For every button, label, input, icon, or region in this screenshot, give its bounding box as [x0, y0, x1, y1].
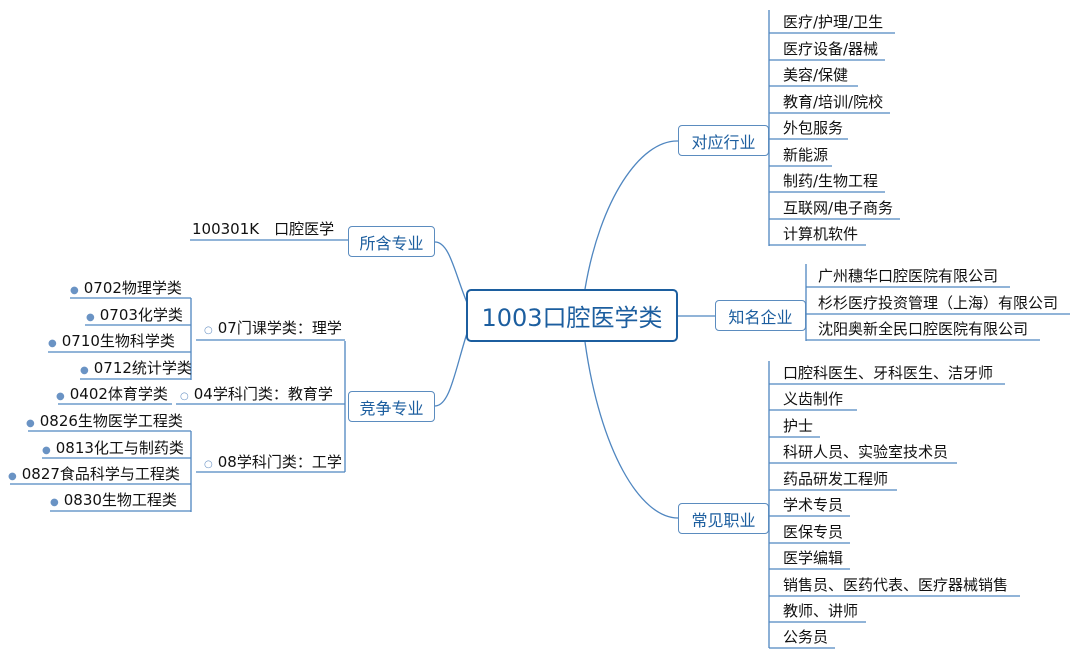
- company-item[interactable]: 沈阳奥新全民口腔医院有限公司: [814, 318, 1032, 340]
- included-major-item[interactable]: 100301K 口腔医学: [188, 218, 338, 240]
- bullet-icon: ●: [8, 471, 17, 482]
- bullet-icon: ●: [56, 391, 65, 402]
- bullet-icon: ●: [48, 338, 57, 349]
- industry-item[interactable]: 计算机软件: [779, 223, 862, 245]
- bullet-icon: ●: [80, 365, 89, 376]
- item-label: 0712统计学类: [93, 359, 192, 377]
- industry-item[interactable]: 教育/培训/院校: [779, 91, 887, 113]
- job-item[interactable]: 医保专员: [779, 521, 847, 543]
- group-label: 07门课学类：理学: [217, 319, 342, 337]
- bullet-icon: ●: [26, 418, 35, 429]
- competing-item[interactable]: ● 0826生物医学工程类: [22, 410, 187, 435]
- mind-map-canvas: 1003口腔医学类 对应行业 知名企业 常见职业 所含专业 竞争专业 医疗/护理…: [0, 0, 1080, 658]
- collapse-dot-icon[interactable]: ○: [180, 391, 189, 402]
- industry-item[interactable]: 制药/生物工程: [779, 170, 882, 192]
- competing-group-education[interactable]: ○ 04学科门类：教育学: [176, 383, 337, 408]
- competing-item[interactable]: ● 0702物理学类: [66, 277, 186, 302]
- collapse-dot-icon[interactable]: ○: [204, 459, 213, 470]
- competing-item[interactable]: ● 0827食品科学与工程类: [4, 463, 184, 488]
- job-item[interactable]: 药品研发工程师: [779, 468, 892, 490]
- competing-item[interactable]: ● 0710生物科学类: [44, 330, 179, 355]
- competing-group-science[interactable]: ○ 07门课学类：理学: [200, 317, 346, 342]
- group-label: 08学科门类：工学: [217, 453, 342, 471]
- item-label: 0830生物工程类: [63, 491, 177, 509]
- item-label: 0402体育学类: [69, 385, 168, 403]
- item-label: 0827食品科学与工程类: [21, 465, 180, 483]
- competing-item[interactable]: ● 0830生物工程类: [46, 489, 181, 514]
- industry-item[interactable]: 美容/保健: [779, 64, 852, 86]
- item-label: 0703化学类: [99, 306, 183, 324]
- bullet-icon: ●: [42, 445, 51, 456]
- job-item[interactable]: 学术专员: [779, 494, 847, 516]
- job-item[interactable]: 科研人员、实验室技术员: [779, 441, 952, 463]
- branch-companies[interactable]: 知名企业: [715, 300, 806, 331]
- branch-included[interactable]: 所含专业: [348, 226, 435, 257]
- collapse-dot-icon[interactable]: ○: [204, 325, 213, 336]
- connector-jobs: [584, 341, 679, 519]
- item-label: 0813化工与制药类: [55, 439, 184, 457]
- competing-item[interactable]: ● 0402体育学类: [52, 383, 172, 408]
- competing-item[interactable]: ● 0703化学类: [82, 304, 187, 329]
- job-item[interactable]: 义齿制作: [779, 388, 847, 410]
- bullet-icon: ●: [50, 497, 59, 508]
- industry-item[interactable]: 医疗/护理/卫生: [779, 11, 887, 33]
- company-item[interactable]: 杉杉医疗投资管理（上海）有限公司: [814, 292, 1062, 314]
- competing-item[interactable]: ● 0712统计学类: [76, 357, 196, 382]
- company-item[interactable]: 广州穗华口腔医院有限公司: [814, 265, 1002, 287]
- industry-item[interactable]: 新能源: [779, 144, 832, 166]
- competing-item[interactable]: ● 0813化工与制药类: [38, 437, 188, 462]
- job-item[interactable]: 公务员: [779, 626, 832, 648]
- job-item[interactable]: 销售员、医药代表、医疗器械销售: [779, 574, 1012, 596]
- center-node[interactable]: 1003口腔医学类: [466, 289, 678, 342]
- job-item[interactable]: 护士: [779, 415, 817, 437]
- industry-item[interactable]: 医疗设备/器械: [779, 38, 882, 60]
- branch-competing[interactable]: 竞争专业: [348, 391, 435, 422]
- industry-item[interactable]: 互联网/电子商务: [779, 197, 897, 219]
- item-label: 0710生物科学类: [61, 332, 175, 350]
- bullet-icon: ●: [70, 285, 79, 296]
- connector-competing: [434, 329, 469, 407]
- bullet-icon: ●: [86, 312, 95, 323]
- job-item[interactable]: 口腔科医生、牙科医生、洁牙师: [779, 362, 997, 384]
- job-item[interactable]: 医学编辑: [779, 547, 847, 569]
- branch-industries[interactable]: 对应行业: [678, 125, 769, 156]
- item-label: 0702物理学类: [83, 279, 182, 297]
- job-item[interactable]: 教师、讲师: [779, 600, 862, 622]
- connector-industries: [584, 140, 679, 290]
- industry-item[interactable]: 外包服务: [779, 117, 847, 139]
- group-label: 04学科门类：教育学: [193, 385, 333, 403]
- connector-included: [434, 241, 469, 306]
- competing-group-engineering[interactable]: ○ 08学科门类：工学: [200, 451, 346, 476]
- branch-jobs[interactable]: 常见职业: [678, 503, 769, 534]
- item-label: 0826生物医学工程类: [39, 412, 183, 430]
